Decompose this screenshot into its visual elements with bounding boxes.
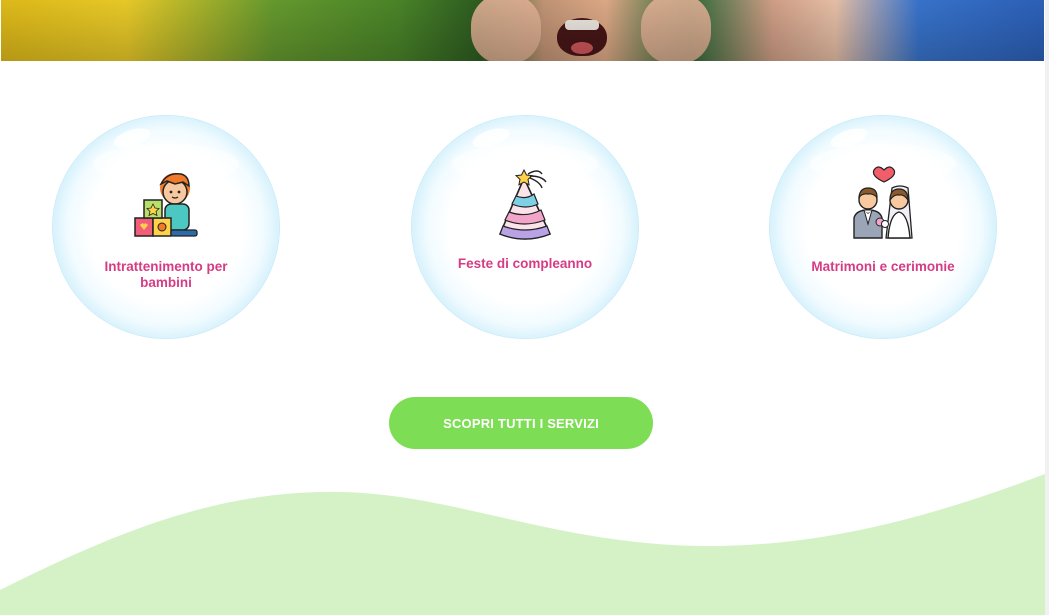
decorative-wave bbox=[0, 474, 1045, 615]
service-title[interactable]: Feste di compleanno bbox=[442, 256, 608, 272]
party-hat-icon bbox=[498, 168, 552, 240]
hero-image bbox=[1, 0, 1044, 61]
scrollbar[interactable] bbox=[1045, 0, 1049, 615]
hero-shade bbox=[1, 0, 1044, 61]
child-with-toy-blocks-icon bbox=[134, 172, 198, 237]
service-title[interactable]: Intrattenimento per bambini bbox=[83, 259, 249, 291]
service-card-kids-entertainment[interactable]: Intrattenimento per bambini bbox=[53, 116, 279, 338]
wedding-couple-icon bbox=[853, 166, 913, 239]
discover-all-services-button[interactable]: SCOPRI TUTTI I SERVIZI bbox=[389, 397, 653, 449]
service-card-birthday-parties[interactable]: Feste di compleanno bbox=[412, 116, 638, 338]
service-title[interactable]: Matrimoni e cerimonie bbox=[800, 259, 966, 275]
page: Intrattenimento per bambini Feste di com… bbox=[0, 0, 1049, 615]
service-card-weddings[interactable]: Matrimoni e cerimonie bbox=[770, 116, 996, 338]
